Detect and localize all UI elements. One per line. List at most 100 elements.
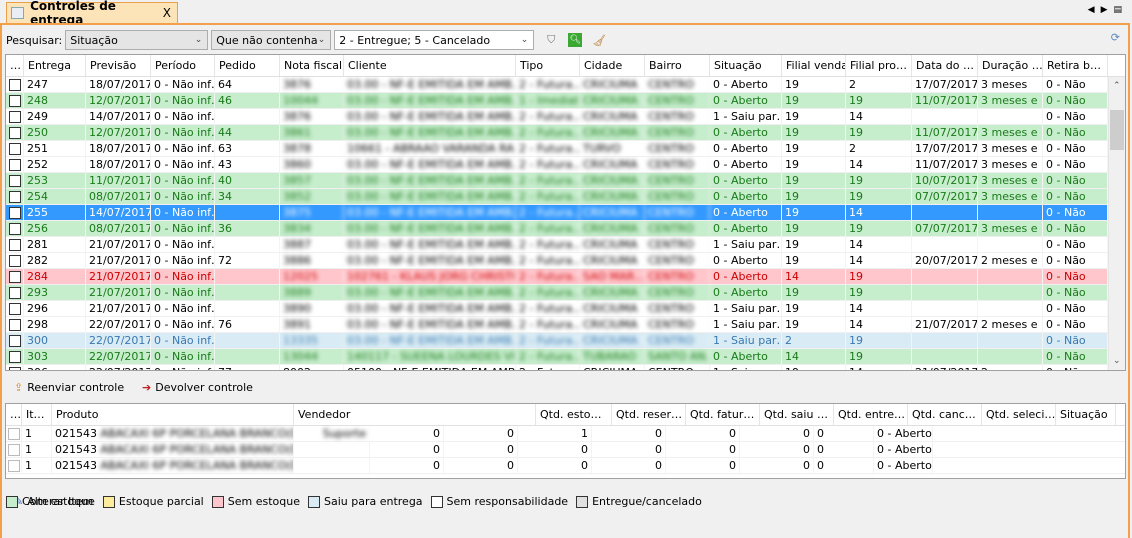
column-header[interactable]: Tipo [516, 55, 580, 76]
table-cell: CRICIUMA [580, 109, 645, 124]
table-row[interactable]: 29822/07/20170 - Não inf…76389103.00 - N… [6, 317, 1125, 333]
row-checkbox[interactable] [6, 317, 24, 332]
column-header[interactable]: … [6, 55, 24, 76]
row-checkbox[interactable] [6, 173, 24, 188]
column-header[interactable]: Situação [710, 55, 782, 76]
row-checkbox[interactable] [6, 285, 24, 300]
table-cell: CRICIUMA [580, 221, 645, 236]
column-header[interactable]: Retira b… [1043, 55, 1108, 76]
table-cell: 2 [846, 141, 912, 156]
column-header[interactable]: Pedido [215, 55, 280, 76]
table-cell: 19 [782, 109, 846, 124]
row-checkbox[interactable] [6, 93, 24, 108]
close-tab-button[interactable]: X [163, 6, 171, 20]
row-checkbox[interactable] [6, 141, 24, 156]
item-column-header[interactable]: Situação [1056, 404, 1116, 425]
row-checkbox[interactable] [6, 77, 24, 92]
item-column-header[interactable]: Qtd. seleci… [982, 404, 1056, 425]
item-column-header[interactable]: … [6, 404, 22, 425]
item-checkbox[interactable] [6, 442, 22, 457]
item-column-header[interactable]: Qtd. canc… [908, 404, 982, 425]
row-checkbox[interactable] [6, 237, 24, 252]
row-checkbox[interactable] [6, 349, 24, 364]
resend-control-button[interactable]: ⇪ Reenviar controle [14, 381, 124, 394]
row-checkbox[interactable] [6, 109, 24, 124]
item-checkbox[interactable] [6, 458, 22, 473]
row-checkbox[interactable] [6, 269, 24, 284]
row-checkbox[interactable] [6, 205, 24, 220]
table-row[interactable]: 28121/07/20170 - Não inf… 388703.00 - NF-… [6, 237, 1125, 253]
return-control-button[interactable]: ➔ Devolver controle [142, 381, 253, 394]
column-header[interactable]: Cidade [580, 55, 645, 76]
table-row[interactable]: 28221/07/20170 - Não inf…72388603.00 - N… [6, 253, 1125, 269]
row-checkbox[interactable] [6, 301, 24, 316]
search-icon[interactable]: 🔍︎ [568, 33, 583, 47]
legend-label: Saiu para entrega [323, 495, 423, 508]
filter-icon[interactable]: ⛉ [543, 32, 559, 48]
item-column-header[interactable]: Qtd. esto… [536, 404, 612, 425]
column-header[interactable]: Cliente [344, 55, 516, 76]
row-checkbox[interactable] [6, 189, 24, 204]
item-column-header[interactable]: Qtd. reser… [612, 404, 686, 425]
item-column-header[interactable]: Qtd. saiu … [760, 404, 834, 425]
row-checkbox[interactable] [6, 125, 24, 140]
row-checkbox[interactable] [6, 333, 24, 348]
table-row[interactable]: 25012/07/20170 - Não inf…44386103.00 - N… [6, 125, 1125, 141]
table-row[interactable]: 24718/07/20170 - Não inf…64387603.00 - N… [6, 77, 1125, 93]
column-header[interactable]: Entrega [24, 55, 86, 76]
table-row[interactable]: 25514/07/20170 - Não inf… 387503.00 - NF-… [6, 205, 1125, 221]
item-column-header[interactable]: Qtd. entre… [834, 404, 908, 425]
tab-menu-button[interactable]: ▤ [1113, 5, 1122, 15]
item-column-header[interactable]: Qtd. fatur… [686, 404, 760, 425]
table-row[interactable]: 24914/07/20170 - Não inf… 387603.00 - NF-… [6, 109, 1125, 125]
column-header[interactable]: Previsão [86, 55, 151, 76]
column-header[interactable]: Período [151, 55, 215, 76]
table-row[interactable]: 24812/07/20170 - Não inf…461004403.00 - … [6, 93, 1125, 109]
tab-next-button[interactable]: ▶ [1101, 5, 1108, 15]
row-checkbox[interactable] [6, 157, 24, 172]
table-row[interactable]: 25311/07/20170 - Não inf…40385703.00 - N… [6, 173, 1125, 189]
item-column-header[interactable]: It… [22, 404, 52, 425]
item-column-header[interactable]: Produto [52, 404, 294, 425]
item-checkbox[interactable] [6, 426, 22, 441]
scroll-up-icon[interactable]: ⌃ [1113, 81, 1121, 91]
table-row[interactable]: 29321/07/20170 - Não inf… 388903.00 - NF-… [6, 285, 1125, 301]
table-cell: 0 - Não [1043, 93, 1108, 108]
item-row[interactable]: 1 021543 ABACAXI 6P PORCELANA BRANCO(D… 0 0… [6, 442, 1125, 458]
scroll-thumb[interactable] [1110, 110, 1124, 150]
tab-prev-button[interactable]: ◀ [1088, 5, 1095, 15]
table-row[interactable]: 30322/07/20170 - Não inf… 13044140117 - S… [6, 349, 1125, 365]
column-header[interactable]: Nota fiscal [280, 55, 344, 76]
table-row[interactable]: 28421/07/20170 - Não inf… 12025102761 - K… [6, 269, 1125, 285]
column-header[interactable]: Duração … [978, 55, 1043, 76]
table-cell: 282 [24, 253, 86, 268]
table-row[interactable]: 25408/07/20170 - Não inf…34385203.00 - N… [6, 189, 1125, 205]
table-cell: 0 - Não inf… [151, 93, 215, 108]
column-header[interactable]: Bairro [645, 55, 710, 76]
column-header[interactable]: Data do … [912, 55, 978, 76]
table-row[interactable]: 25118/07/20170 - Não inf…63387810661 - A… [6, 141, 1125, 157]
scroll-down-icon[interactable]: ⌄ [1113, 356, 1121, 366]
table-cell: 3 meses e … [978, 125, 1043, 140]
refresh-icon[interactable]: ⟳ [1111, 31, 1120, 44]
row-checkbox[interactable] [6, 253, 24, 268]
table-row[interactable]: 30022/07/20170 - Não inf… 1333503.00 - NF… [6, 333, 1125, 349]
search-field-select[interactable]: Situação ⌄ [65, 30, 209, 50]
table-row[interactable]: 29621/07/20170 - Não inf… 389003.00 - NF-… [6, 301, 1125, 317]
item-row[interactable]: 1 021543 ABACAXI 6P PORCELANA BRANCO(D… 0 0… [6, 458, 1125, 474]
table-cell: 293 [24, 285, 86, 300]
table-row[interactable]: 30622/07/20170 - Não inf…77800205100 - N… [6, 365, 1125, 370]
column-header[interactable]: Filial pro… [846, 55, 912, 76]
tab-controles-de-entrega[interactable]: Controles de entrega X [6, 0, 178, 27]
row-checkbox[interactable] [6, 221, 24, 236]
search-operator-select[interactable]: Que não contenha ⌄ [211, 30, 332, 50]
column-header[interactable]: Filial venda [782, 55, 846, 76]
table-row[interactable]: 25218/07/20170 - Não inf…43386003.00 - N… [6, 157, 1125, 173]
item-row[interactable]: 1 021543 ABACAXI 6P PORCELANA BRANCO(D… Su… [6, 426, 1125, 442]
item-column-header[interactable]: Vendedor [294, 404, 536, 425]
search-value-select[interactable]: 2 - Entregue; 5 - Cancelado ⌄ [334, 30, 535, 50]
table-row[interactable]: 25608/07/20170 - Não inf…36383403.00 - N… [6, 221, 1125, 237]
clear-broom-icon[interactable]: 🧹︎ [591, 32, 607, 48]
vertical-scrollbar[interactable]: ⌃ ⌄ [1108, 77, 1125, 370]
row-checkbox[interactable] [6, 365, 24, 370]
